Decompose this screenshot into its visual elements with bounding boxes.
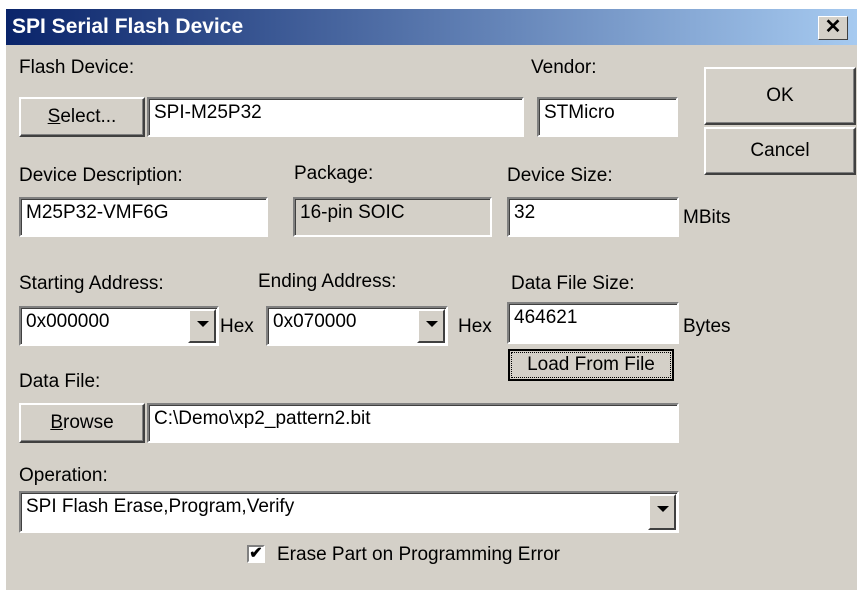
chevron-down-icon[interactable] <box>417 309 445 343</box>
package-label: Package: <box>294 163 374 184</box>
data-file-label: Data File: <box>19 371 101 392</box>
ending-address-hex-label: Hex <box>458 316 492 337</box>
erase-checkbox[interactable]: ✔ <box>247 545 265 563</box>
select-label-rest: elect... <box>60 106 117 127</box>
ending-address-dropdown[interactable]: 0x070000 <box>266 306 448 346</box>
data-file-size-label: Data File Size: <box>511 273 635 294</box>
starting-address-value: 0x000000 <box>26 311 110 332</box>
device-size-field[interactable]: 32 <box>507 197 679 237</box>
select-device-button[interactable]: Select... <box>19 97 145 137</box>
data-file-size-unit: Bytes <box>683 316 731 337</box>
ending-address-label: Ending Address: <box>258 271 397 292</box>
starting-address-hex-label: Hex <box>220 316 254 337</box>
package-field: 16-pin SOIC <box>293 197 492 237</box>
starting-address-label: Starting Address: <box>19 273 164 294</box>
ending-address-value: 0x070000 <box>273 311 357 332</box>
flash-device-field[interactable]: SPI-M25P32 <box>147 97 524 137</box>
dialog-title: SPI Serial Flash Device <box>12 15 244 38</box>
dialog-window: SPI Serial Flash Device ✕ Flash Device: … <box>5 8 857 590</box>
cancel-button[interactable]: Cancel <box>704 127 856 175</box>
load-from-file-button[interactable]: Load From File <box>508 349 674 381</box>
vendor-field[interactable]: STMicro <box>537 97 678 137</box>
device-size-unit: MBits <box>683 207 731 228</box>
chevron-down-icon[interactable] <box>648 494 676 530</box>
chevron-down-icon[interactable] <box>188 309 216 343</box>
ok-button[interactable]: OK <box>704 67 856 125</box>
device-description-label: Device Description: <box>19 165 183 186</box>
device-description-field[interactable]: M25P32-VMF6G <box>19 197 268 237</box>
load-from-file-label: Load From File <box>511 352 671 378</box>
flash-device-label: Flash Device: <box>19 57 135 78</box>
operation-value: SPI Flash Erase,Program,Verify <box>26 496 295 517</box>
vendor-label: Vendor: <box>531 57 597 78</box>
operation-label: Operation: <box>19 465 108 486</box>
erase-checkbox-label[interactable]: Erase Part on Programming Error <box>277 544 560 566</box>
browse-mnemonic: B <box>50 412 63 433</box>
title-bar: SPI Serial Flash Device ✕ <box>6 9 857 45</box>
select-mnemonic: S <box>47 106 61 127</box>
starting-address-dropdown[interactable]: 0x000000 <box>19 306 219 346</box>
operation-dropdown[interactable]: SPI Flash Erase,Program,Verify <box>19 491 679 533</box>
device-size-label: Device Size: <box>507 165 613 186</box>
data-file-field[interactable]: C:\Demo\xp2_pattern2.bit <box>147 403 679 443</box>
browse-label-rest: rowse <box>63 412 114 433</box>
close-button[interactable]: ✕ <box>818 16 848 40</box>
data-file-size-field[interactable]: 464621 <box>507 302 679 344</box>
browse-button[interactable]: Browse <box>19 403 145 443</box>
